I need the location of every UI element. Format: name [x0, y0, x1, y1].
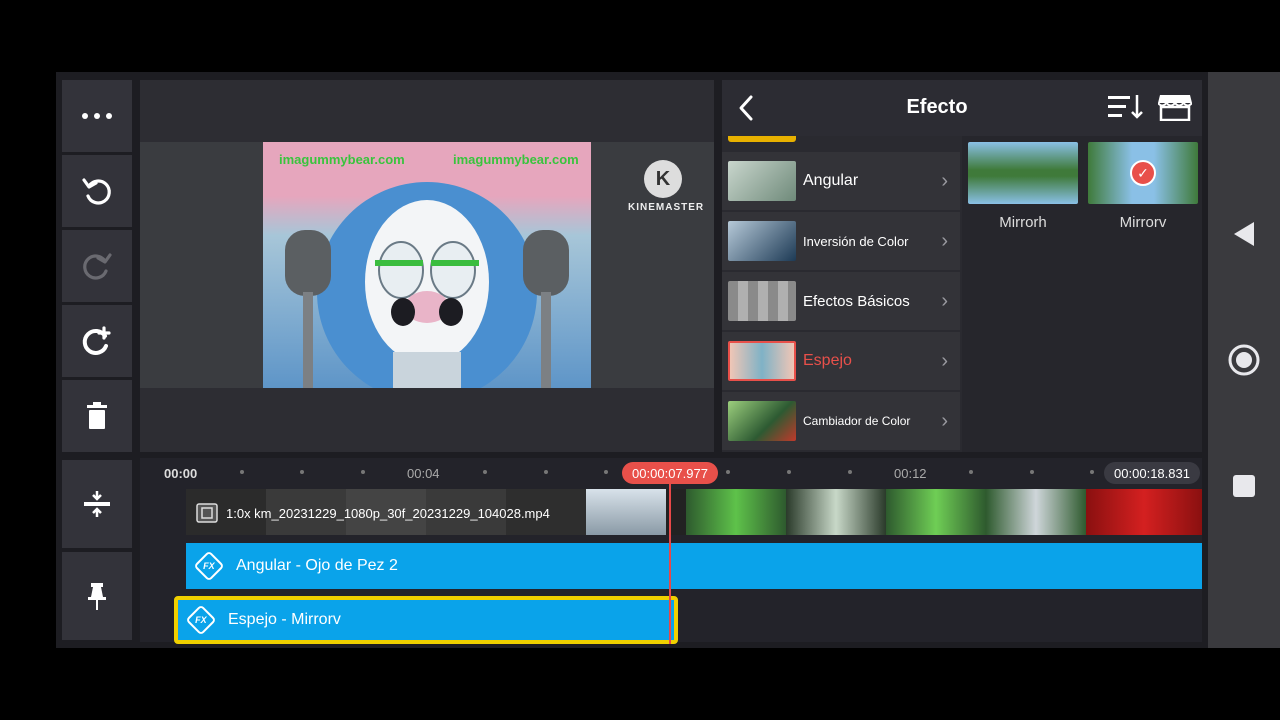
category-thumbnail [728, 341, 796, 381]
ruler-tick [726, 470, 730, 474]
redo-icon [83, 253, 112, 280]
system-nav-bar [1208, 72, 1280, 648]
ruler-tick [300, 470, 304, 474]
add-layer-button[interactable] [62, 305, 132, 377]
category-item-basic-effects[interactable]: Efectos Básicos › [722, 272, 960, 330]
ruler-tick [240, 470, 244, 474]
chevron-right-icon: › [941, 349, 948, 372]
effect-category-list: Angular › Inversión de Color › Efectos B… [722, 136, 962, 452]
current-time-badge: 00:00:07.977 [622, 462, 718, 484]
square-recents-icon [1233, 475, 1255, 497]
category-item-angular[interactable]: Angular › [722, 152, 960, 210]
check-icon: ✓ [1130, 160, 1156, 186]
fx-track-label: Espejo - Mirrorv [228, 611, 341, 628]
back-nav-button[interactable] [1228, 218, 1260, 250]
pin-button[interactable] [62, 552, 132, 640]
undo-icon [82, 178, 111, 205]
ruler-label: 00:12 [894, 466, 927, 481]
clip-frame [886, 489, 986, 535]
undo-button[interactable] [62, 155, 132, 227]
category-item-color-inversion[interactable]: Inversión de Color › [722, 212, 960, 270]
category-item-mirror[interactable]: Espejo › [722, 332, 960, 390]
ruler-tick [604, 470, 608, 474]
ruler-label: 00:04 [407, 466, 440, 481]
ruler-label: 00:00 [164, 466, 198, 481]
total-duration-badge: 00:00:18.831 [1104, 462, 1200, 484]
category-thumbnail [728, 401, 796, 441]
recents-nav-button[interactable] [1228, 470, 1260, 502]
ruler-tick [848, 470, 852, 474]
ruler-tick [361, 470, 365, 474]
fx-track-mirror-selected[interactable]: FX Espejo - Mirrorv [174, 596, 678, 644]
ruler-tick [1090, 470, 1094, 474]
category-thumbnail [728, 161, 796, 201]
effect-item-mirrorh[interactable]: Mirrorh [968, 142, 1078, 231]
category-label: Cambiador de Color [803, 414, 911, 428]
category-label: Espejo [803, 352, 852, 369]
fx-icon: FX [185, 604, 217, 636]
film-clip-icon [196, 503, 218, 523]
fx-track-angular[interactable]: FX Angular - Ojo de Pez 2 [186, 543, 1202, 589]
scroll-indicator [728, 136, 796, 142]
effect-item-mirrorv[interactable]: ✓ Mirrorv [1088, 142, 1198, 231]
track-height-button[interactable] [62, 460, 132, 548]
effect-label: Mirrorv [1119, 214, 1167, 231]
expand-tracks-icon [84, 491, 110, 517]
mirrored-character-image [285, 182, 569, 388]
redo-button[interactable] [62, 230, 132, 302]
chevron-right-icon: › [941, 229, 948, 252]
ruler-tick [969, 470, 973, 474]
clip-filename: 1:0x km_20231229_1080p_30f_20231229_1040… [226, 506, 550, 521]
ruler-tick [483, 470, 487, 474]
effect-label: Mirrorh [999, 214, 1047, 231]
pin-icon [88, 583, 106, 610]
delete-button[interactable] [62, 380, 132, 452]
trash-icon [87, 402, 107, 429]
video-frame: imagummybear.com imagummybear.com [263, 142, 591, 388]
fx-track-label: Angular - Ojo de Pez 2 [236, 557, 398, 574]
store-icon[interactable] [1158, 93, 1192, 121]
clip-frame [1086, 489, 1202, 535]
effect-grid: Mirrorh ✓ Mirrorv [962, 136, 1202, 452]
effect-header: Efecto [722, 80, 1202, 136]
kinemaster-logo-icon: K [644, 160, 682, 198]
category-thumbnail [728, 281, 796, 321]
category-label: Inversión de Color [803, 233, 909, 249]
clip-frame [786, 489, 886, 535]
clip-frame [986, 489, 1086, 535]
panel-title: Efecto [906, 96, 968, 118]
chevron-right-icon: › [941, 169, 948, 192]
effect-thumbnail [968, 142, 1078, 204]
category-label: Angular [803, 172, 859, 189]
more-options-button[interactable] [62, 80, 132, 152]
category-thumbnail [728, 221, 796, 261]
sort-icon[interactable] [1108, 94, 1144, 120]
clip-frame [586, 489, 666, 535]
ruler-tick [544, 470, 548, 474]
more-icon [82, 113, 112, 119]
ruler-tick [1030, 470, 1034, 474]
clip-frame [686, 489, 786, 535]
effect-panel: Efecto Angular › Inversión de Color › Ef… [722, 80, 1202, 452]
kinemaster-brand: KINEMASTER [628, 202, 705, 213]
fx-icon: FX [193, 550, 225, 582]
effect-thumbnail: ✓ [1088, 142, 1198, 204]
chevron-right-icon: › [941, 409, 948, 432]
playhead[interactable] [669, 484, 671, 644]
home-nav-button[interactable] [1228, 344, 1260, 376]
refresh-add-icon [82, 326, 111, 355]
ruler-tick [787, 470, 791, 474]
triangle-back-icon [1234, 222, 1254, 246]
kinemaster-watermark: K KINEMASTER [628, 160, 705, 213]
chevron-right-icon: › [941, 289, 948, 312]
category-label: Efectos Básicos [803, 292, 910, 310]
category-item-color-changer[interactable]: Cambiador de Color › [722, 392, 960, 450]
home-circle-icon [1228, 344, 1260, 376]
